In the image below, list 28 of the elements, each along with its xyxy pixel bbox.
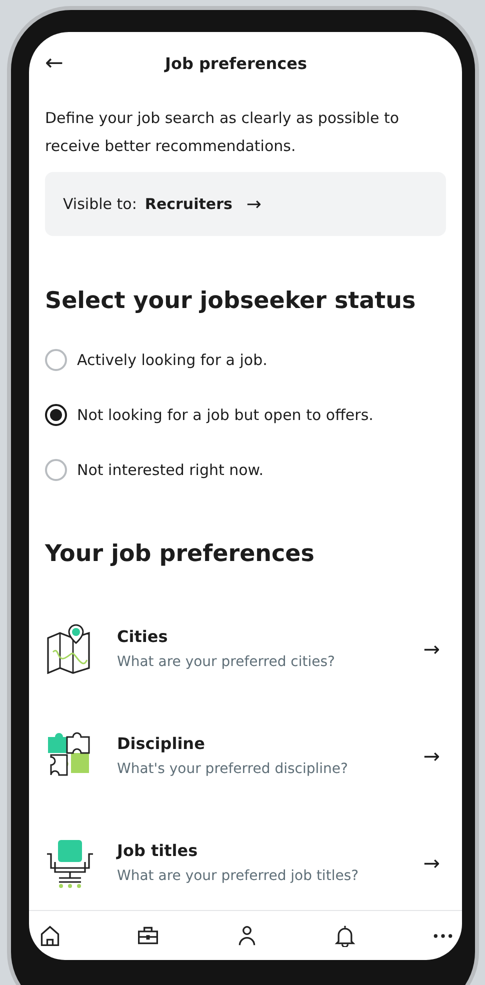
- bell-icon[interactable]: [334, 925, 356, 947]
- visibility-button[interactable]: Visible to: Recruiters →: [45, 172, 446, 236]
- home-icon[interactable]: [39, 925, 61, 947]
- arrow-icon: →: [423, 744, 446, 768]
- preference-row[interactable]: Discipline What's your preferred discipline? →: [45, 702, 446, 809]
- preference-subtitle: What's your preferred discipline?: [117, 761, 349, 777]
- arrow-icon: →: [423, 850, 446, 874]
- preference-row[interactable]: Cities What are your preferred cities? →: [45, 595, 446, 702]
- radio-label: Not interested right now.: [77, 460, 264, 478]
- briefcase-icon[interactable]: [137, 925, 160, 947]
- back-button[interactable]: ←: [45, 50, 165, 76]
- preference-title: Discipline: [117, 734, 206, 753]
- intro-text: Define your job search as clearly as possible to receive better recommendations.: [45, 108, 400, 157]
- radio-label: Actively looking for a job.: [77, 350, 268, 368]
- section-heading: Select your jobseeker status: [45, 288, 417, 314]
- section-heading: Your job preferences: [45, 541, 316, 567]
- preference-title: Cities: [117, 627, 169, 646]
- radio-option[interactable]: Not interested right now.: [45, 442, 446, 497]
- arrow-icon: →: [423, 636, 446, 660]
- radio-label: Not looking for a job but open to offers.: [77, 406, 374, 424]
- preference-title: Job titles: [117, 841, 199, 860]
- preference-subtitle: What are your preferred job titles?: [117, 868, 360, 884]
- radio-option[interactable]: Not looking for a job but open to offers.: [45, 387, 446, 442]
- page-title: Job preferences: [165, 54, 307, 72]
- office-chair-icon: [45, 838, 95, 888]
- preference-row[interactable]: Job titles What are your preferred job titles? →: [45, 809, 446, 916]
- preference-subtitle: What are your preferred cities?: [117, 654, 336, 670]
- radio-option[interactable]: Actively looking for a job.: [45, 332, 446, 387]
